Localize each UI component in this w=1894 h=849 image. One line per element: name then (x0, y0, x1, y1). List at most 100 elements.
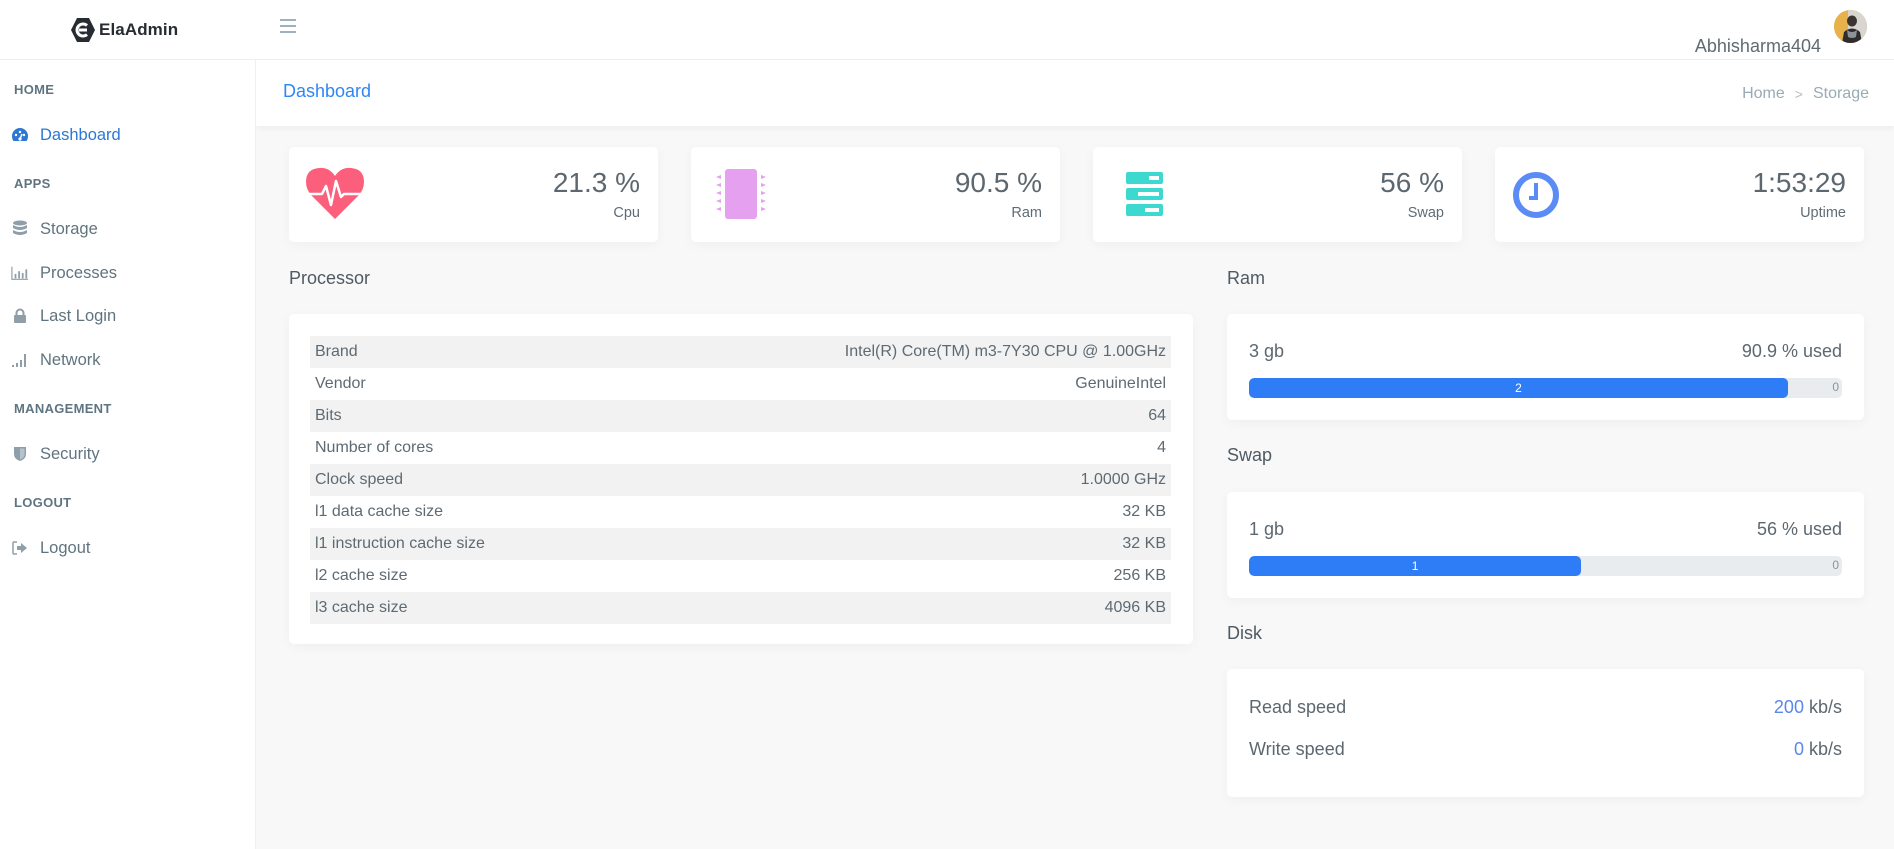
processor-heading: Processor (289, 268, 371, 288)
signal-icon (11, 351, 29, 369)
stat-label: Swap (1407, 205, 1444, 221)
stat-label: Cpu (613, 205, 640, 221)
read-speed-unit: kb/s (1808, 697, 1842, 717)
swap-heading: Swap (1227, 445, 1273, 465)
ram-card: 3 gb 90.9 % used 2 0 (1227, 314, 1864, 420)
ram-used-percent: 90.9 % used (1741, 341, 1842, 361)
stat-value: 21.3 % (552, 167, 640, 198)
sidebar-item-storage[interactable]: Storage (11, 217, 98, 241)
processor-table: Brand Intel(R) Core(TM) m3-7Y30 CPU @ 1.0… (310, 336, 1171, 624)
stat-label: Ram (1011, 205, 1042, 221)
bar-chart-icon (11, 264, 29, 282)
menu-title-apps: APPS (14, 176, 51, 191)
row-label: l2 cache size (315, 567, 408, 584)
top-header: ElaAdmin Abhisharma404 (0, 0, 1894, 60)
sidebar-item-label: Last Login (40, 306, 117, 325)
row-label: Brand (315, 343, 358, 360)
row-label: Bits (315, 407, 342, 424)
shield-icon (11, 445, 29, 463)
row-value: 256 KB (1113, 567, 1166, 584)
row-value: GenuineIntel (1075, 375, 1166, 392)
sidebar: HOME Dashboard APPS Storage Processes La… (0, 60, 256, 849)
chip-icon (716, 169, 766, 219)
ram-total: 3 gb (1249, 341, 1285, 361)
swap-card: 1 gb 56 % used 1 0 (1227, 492, 1864, 598)
avatar-image (1834, 10, 1867, 43)
stat-card-uptime: 1:53:29 Uptime (1495, 147, 1864, 242)
sidebar-item-label: Security (40, 444, 100, 463)
hamburger-icon-line (280, 25, 296, 27)
breadcrumb-home[interactable]: Home (1742, 85, 1785, 103)
row-value: 4 (1157, 439, 1166, 456)
sidebar-item-label: Storage (40, 219, 98, 238)
swap-progress-fill: 1 (1249, 556, 1582, 576)
stat-value: 1:53:29 (1752, 167, 1846, 198)
row-label: Vendor (315, 375, 366, 392)
breadcrumb: Home > Storage (1742, 85, 1869, 103)
sidebar-item-network[interactable]: Network (11, 348, 101, 372)
row-label: Clock speed (315, 471, 404, 488)
row-label: l1 instruction cache size (315, 535, 485, 552)
user-name[interactable]: Abhisharma404 (1695, 36, 1821, 57)
hamburger-icon-line (280, 31, 296, 33)
page-title: Dashboard (283, 81, 372, 101)
table-row: Bits 64 (310, 400, 1171, 432)
sidebar-item-last-login[interactable]: Last Login (11, 304, 116, 328)
swap-progress-bar: 1 0 (1249, 556, 1842, 576)
app-name: ElaAdmin (99, 20, 179, 39)
table-row: Number of cores 4 (310, 432, 1171, 464)
breadcrumb-separator-icon: > (1794, 86, 1803, 102)
table-row: Clock speed 1.0000 GHz (310, 464, 1171, 496)
disk-heading: Disk (1227, 623, 1262, 643)
write-speed-value: 0 (1793, 739, 1804, 759)
hamburger-icon-line (280, 19, 296, 21)
table-row: l3 cache size 4096 KB (310, 592, 1171, 624)
database-icon (11, 220, 29, 238)
read-speed-label: Read speed (1249, 697, 1347, 717)
clock-icon (1513, 172, 1559, 218)
ram-heading: Ram (1227, 268, 1266, 288)
ram-progress-fill: 2 (1249, 378, 1789, 398)
dashboard-icon (11, 126, 29, 144)
swap-progress-free-label: 0 (1832, 558, 1839, 572)
ram-progress-free-label: 0 (1832, 380, 1839, 394)
sidebar-item-security[interactable]: Security (11, 442, 100, 466)
sign-out-icon (11, 539, 29, 557)
row-value: 1.0000 GHz (1080, 471, 1166, 488)
read-speed-value: 200 (1773, 697, 1804, 717)
row-value: Intel(R) Core(TM) m3-7Y30 CPU @ 1.00GHz (844, 343, 1166, 360)
table-row: l1 instruction cache size 32 KB (310, 528, 1171, 560)
breadcrumb-current: Storage (1812, 85, 1869, 102)
logo[interactable]: ElaAdmin (70, 17, 178, 43)
server-icon (1126, 172, 1163, 216)
sidebar-item-label: Dashboard (40, 125, 121, 144)
stat-value: 90.5 % (954, 167, 1042, 198)
sidebar-item-label: Processes (40, 263, 118, 282)
disk-card: Read speed 200 kb/s Write speed 0 kb/s (1227, 669, 1864, 797)
processor-card: Brand Intel(R) Core(TM) m3-7Y30 CPU @ 1.0… (289, 314, 1193, 644)
sidebar-item-label: Logout (40, 538, 91, 557)
ram-progress-bar: 2 0 (1249, 378, 1842, 398)
row-label: l1 data cache size (315, 503, 444, 520)
stat-value: 56 % (1380, 167, 1444, 198)
sidebar-item-logout[interactable]: Logout (11, 536, 90, 560)
disk-write-row: Write speed 0 kb/s (1249, 739, 1842, 760)
row-label: l3 cache size (315, 599, 408, 616)
sidebar-item-dashboard[interactable]: Dashboard (11, 123, 121, 147)
logo-icon (71, 18, 95, 42)
menu-title-home: HOME (14, 82, 55, 97)
lock-icon (11, 307, 29, 325)
table-row: l2 cache size 256 KB (310, 560, 1171, 592)
stat-card-cpu: 21.3 % Cpu (289, 147, 658, 242)
menu-toggle-button[interactable] (280, 19, 296, 33)
table-row: Vendor GenuineIntel (310, 368, 1171, 400)
stat-card-swap: 56 % Swap (1093, 147, 1462, 242)
swap-used-percent: 56 % used (1756, 519, 1842, 539)
row-value: 32 KB (1122, 535, 1166, 552)
row-value: 64 (1148, 407, 1166, 424)
write-speed-unit: kb/s (1808, 739, 1842, 759)
row-value: 32 KB (1122, 503, 1166, 520)
sidebar-item-processes[interactable]: Processes (11, 261, 117, 285)
avatar[interactable] (1834, 10, 1867, 43)
disk-read-row: Read speed 200 kb/s (1249, 697, 1842, 718)
